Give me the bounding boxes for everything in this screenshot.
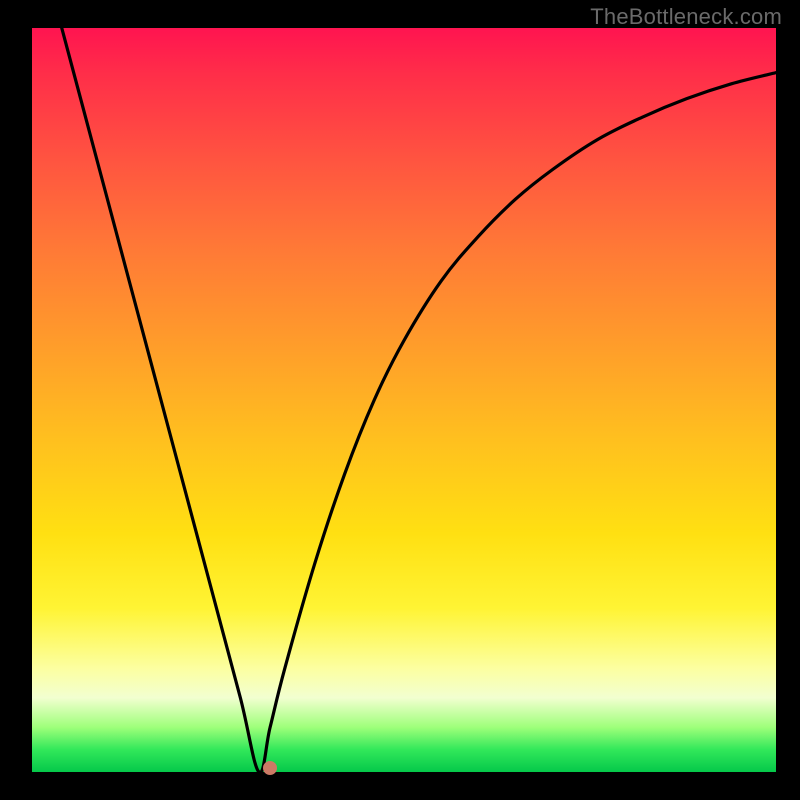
watermark-text: TheBottleneck.com bbox=[590, 4, 782, 30]
plot-area bbox=[32, 28, 776, 772]
bottleneck-curve bbox=[32, 28, 776, 772]
minimum-marker bbox=[263, 761, 277, 775]
chart-frame bbox=[32, 28, 776, 772]
